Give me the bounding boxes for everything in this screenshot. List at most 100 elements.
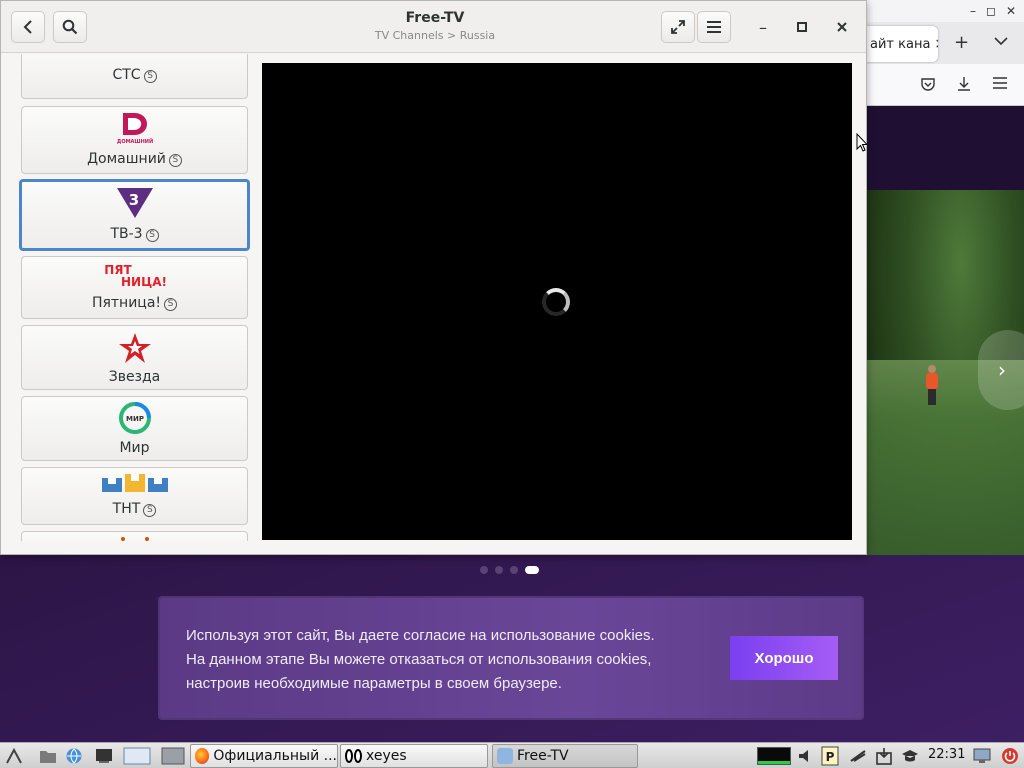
channel-item-tnt[interactable]: ТНТ S xyxy=(21,467,248,525)
close-icon xyxy=(837,22,847,32)
cookie-text-line: настроив необходимые параметры в своем б… xyxy=(186,675,562,692)
education-icon[interactable] xyxy=(900,746,920,766)
file-manager-icon[interactable] xyxy=(38,746,58,766)
pocket-icon[interactable] xyxy=(920,76,936,96)
channel-label: Пятница! xyxy=(91,295,162,311)
browser-maximize-button[interactable]: ◻ xyxy=(986,4,996,18)
close-tab-icon[interactable]: × xyxy=(934,36,938,52)
loading-spinner-icon xyxy=(542,288,570,316)
browser-tab[interactable]: айт кана × xyxy=(866,26,938,62)
window-subtitle: TV Channels > Russia xyxy=(374,29,496,42)
updates-icon[interactable] xyxy=(874,746,894,766)
fullscreen-button[interactable] xyxy=(661,11,695,43)
slider-dot[interactable] xyxy=(495,566,503,574)
subtitles-badge: S xyxy=(143,70,157,83)
slider-pagination xyxy=(480,566,539,574)
channel-item-mir[interactable]: МИР Мир xyxy=(21,396,248,461)
clipboard-manager-icon[interactable]: P xyxy=(820,746,840,766)
mir-logo-caption: МИР xyxy=(126,415,144,423)
channel-item-ctc[interactable]: СТС S xyxy=(21,54,248,99)
power-icon[interactable] xyxy=(1000,746,1020,766)
hamburger-menu-icon[interactable] xyxy=(992,76,1008,94)
domashniy-logo-caption: ДОМАШНИЙ xyxy=(117,137,153,145)
slider-dot[interactable] xyxy=(525,566,539,574)
channel-item-domashniy[interactable]: ДОМАШНИЙ Домашний S xyxy=(21,106,248,174)
xeyes-icon xyxy=(345,749,353,763)
browser-tab-title: айт кана xyxy=(870,36,931,52)
zvezda-star-icon xyxy=(118,333,151,363)
new-tab-button[interactable]: + xyxy=(954,32,969,53)
channel-item-zvezda[interactable]: Звезда xyxy=(21,325,248,390)
ctc-logo-icon xyxy=(104,54,166,57)
mir-logo-icon: МИР xyxy=(118,402,151,434)
fullscreen-icon xyxy=(671,20,685,34)
task-label: xeyes xyxy=(366,748,407,764)
show-desktop-icon[interactable] xyxy=(122,746,152,766)
clock: 22:31 xyxy=(928,747,966,762)
cookie-text-line: Используя этот сайт, Вы даете согласие н… xyxy=(186,627,655,644)
subtitles-badge: S xyxy=(164,298,178,311)
subtitles-badge: S xyxy=(145,229,159,242)
channel-label: Мир xyxy=(119,440,150,456)
channel-label: ТНТ xyxy=(112,501,141,517)
free-tv-icon xyxy=(497,748,513,764)
hamburger-menu-icon xyxy=(707,21,721,33)
slider-dot[interactable] xyxy=(510,566,518,574)
taskbar-item-firefox[interactable]: Официальный ... xyxy=(190,744,338,768)
cookie-banner: Используя этот сайт, Вы даете согласие н… xyxy=(160,598,862,718)
menu-button[interactable] xyxy=(697,11,731,43)
domashniy-logo-icon: ДОМАШНИЙ xyxy=(117,113,153,145)
workspace-pager-icon[interactable] xyxy=(160,746,186,766)
browser-close-button[interactable]: ✕ xyxy=(1006,4,1016,18)
channel-logo-icon xyxy=(120,537,149,541)
photo-person xyxy=(924,365,940,405)
chevron-down-icon[interactable] xyxy=(994,34,1008,50)
maximize-icon xyxy=(797,22,807,32)
terminal-icon[interactable] xyxy=(94,746,114,766)
tv3-logo-digit: 3 xyxy=(128,191,138,209)
slider-next-button[interactable]: › xyxy=(978,330,1024,410)
channel-label: ТВ-3 xyxy=(110,226,143,242)
pyatnitsa-logo-icon: ПЯТ НИЦА! xyxy=(104,263,167,289)
task-label: Free-TV xyxy=(517,748,569,764)
taskbar: Официальный ... xeyes Free-TV P 22:31 xyxy=(0,742,1024,768)
window-title: Free-TV xyxy=(405,10,465,26)
header-bar: Free-TV TV Channels > Russia – xyxy=(1,1,866,53)
network-icon[interactable] xyxy=(848,746,868,766)
chevron-left-icon xyxy=(23,20,32,34)
svg-text:P: P xyxy=(826,750,835,764)
search-button[interactable] xyxy=(53,11,87,43)
web-browser-icon[interactable] xyxy=(64,746,84,766)
free-tv-window: Free-TV TV Channels > Russia – СТСS ДОМ xyxy=(0,0,867,555)
xeyes-icon xyxy=(354,749,362,763)
video-player[interactable] xyxy=(262,63,852,540)
task-label: Официальный ... xyxy=(213,748,337,764)
screen-lock-icon[interactable] xyxy=(972,746,992,766)
minimize-button[interactable]: – xyxy=(751,15,775,39)
download-icon[interactable] xyxy=(956,76,972,96)
search-icon xyxy=(62,19,78,35)
subtitles-badge: S xyxy=(143,504,157,517)
browser-window-controls: – ◻ ✕ xyxy=(866,0,1024,22)
pyatnitsa-logo-line2: НИЦА! xyxy=(121,275,167,289)
mouse-cursor-icon xyxy=(856,133,868,152)
subtitles-badge: S xyxy=(168,154,182,167)
taskbar-item-free-tv[interactable]: Free-TV xyxy=(492,744,638,768)
browser-minimize-button[interactable]: – xyxy=(970,4,976,18)
channel-item-pyatnitsa[interactable]: ПЯТ НИЦА! Пятница! S xyxy=(21,256,248,319)
cookie-text: Используя этот сайт, Вы даете согласие н… xyxy=(186,624,706,696)
channel-item-partial[interactable] xyxy=(21,531,248,541)
volume-icon[interactable] xyxy=(796,746,816,766)
close-button[interactable] xyxy=(830,15,854,39)
tnt-logo-icon xyxy=(101,474,168,492)
channel-label: СТС xyxy=(112,67,141,83)
accept-cookies-button[interactable]: Хорошо xyxy=(730,636,838,680)
maximize-button[interactable] xyxy=(790,15,814,39)
cookie-text-line: На данном этапе Вы можете отказаться от … xyxy=(186,651,652,668)
channel-list[interactable]: СТС S ДОМАШНИЙ Домашний S 3 ТВ-3 S ПЯТ НИЦА… xyxy=(15,54,255,541)
slider-dot[interactable] xyxy=(480,566,488,574)
start-menu-icon[interactable] xyxy=(4,746,24,766)
taskbar-item-xeyes[interactable]: xeyes xyxy=(340,744,488,768)
channel-item-tv3[interactable]: 3 ТВ-3 S xyxy=(19,179,250,251)
back-button[interactable] xyxy=(11,11,45,43)
